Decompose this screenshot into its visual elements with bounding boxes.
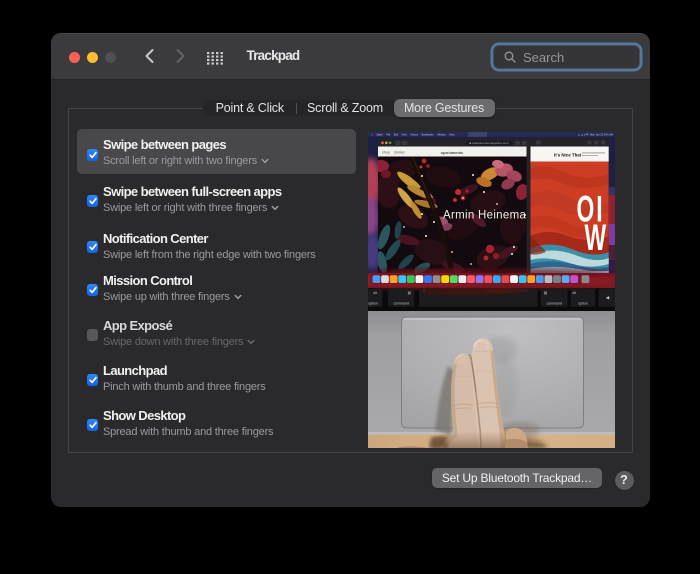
svg-text:alt: alt bbox=[572, 291, 576, 295]
svg-text:▭ ▲ ● 🔍 Mon Jun 22 9:41 AM: ▭ ▲ ● 🔍 Mon Jun 22 9:41 AM bbox=[578, 133, 613, 137]
svg-text:Armin Heinema: Armin Heinema bbox=[443, 210, 526, 222]
svg-text:◀: ◀ bbox=[606, 295, 610, 300]
svg-text:■ apartamentomagazine.com: ■ apartamentomagazine.com bbox=[470, 141, 509, 145]
svg-text:alt: alt bbox=[373, 291, 377, 295]
svg-text:W: W bbox=[585, 216, 607, 258]
svg-text:shop: shop bbox=[382, 150, 390, 154]
svg-text:option: option bbox=[368, 302, 378, 306]
svg-text:command: command bbox=[394, 302, 409, 306]
svg-text: Safari File Edit View Histor:  Safari File Edit View History Bookmark… bbox=[371, 133, 455, 136]
svg-text:⌘: ⌘ bbox=[407, 290, 411, 295]
svg-text:apartamento: apartamento bbox=[441, 150, 464, 155]
svg-text:stories: stories bbox=[394, 150, 405, 154]
svg-text:⌘: ⌘ bbox=[544, 290, 548, 295]
svg-text:It's Nice That: It's Nice That bbox=[554, 152, 582, 157]
svg-text:command: command bbox=[547, 302, 562, 306]
svg-text:option: option bbox=[578, 302, 588, 306]
